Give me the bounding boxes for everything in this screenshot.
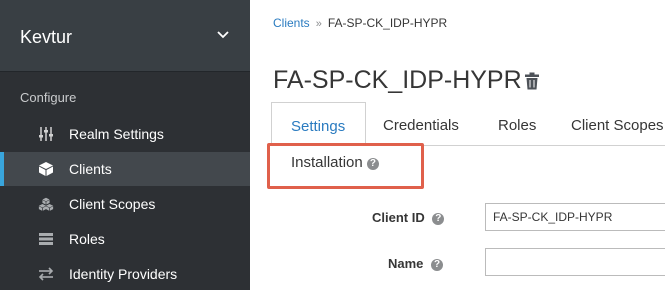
- sidebar-item-roles[interactable]: Roles: [0, 222, 250, 256]
- sidebar-item-label: Roles: [69, 231, 105, 247]
- cubes-icon: [38, 196, 54, 212]
- breadcrumb-clients-link[interactable]: Clients: [273, 16, 310, 30]
- tab-client-scopes[interactable]: Client Scopes: [571, 117, 664, 134]
- name-label-text: Name: [388, 256, 424, 271]
- sliders-icon: [38, 126, 54, 142]
- name-field[interactable]: [485, 248, 665, 276]
- sidebar-item-clients[interactable]: Clients: [0, 152, 250, 186]
- breadcrumb-current: FA-SP-CK_IDP-HYPR: [327, 16, 448, 30]
- breadcrumb-separator: »: [315, 18, 322, 30]
- page-title: FA-SP-CK_IDP-HYPR: [273, 66, 522, 94]
- tab-credentials[interactable]: Credentials: [383, 117, 459, 134]
- sidebar-item-label: Clients: [69, 161, 112, 177]
- exchange-icon: [38, 266, 54, 282]
- realm-selector[interactable]: Kevtur: [0, 0, 250, 72]
- list-icon: [38, 231, 54, 247]
- tab-settings[interactable]: Settings: [271, 102, 366, 146]
- client-id-label: Client ID ?: [372, 210, 445, 225]
- cube-icon: [38, 161, 54, 177]
- sidebar-item-label: Realm Settings: [69, 126, 164, 142]
- chevron-down-icon: [217, 31, 229, 39]
- name-label: Name ?: [388, 256, 444, 271]
- sidebar-item-realm-settings[interactable]: Realm Settings: [0, 117, 250, 151]
- trash-icon[interactable]: [524, 72, 540, 90]
- client-id-field[interactable]: [485, 203, 665, 231]
- help-icon: ?: [431, 259, 444, 271]
- installation-highlight-box: [267, 143, 424, 189]
- tab-label: Settings: [291, 118, 346, 135]
- breadcrumb: Clients » FA-SP-CK_IDP-HYPR: [273, 16, 447, 30]
- sidebar-item-label: Identity Providers: [69, 266, 178, 282]
- sidebar-item-client-scopes[interactable]: Client Scopes: [0, 187, 250, 221]
- sidebar-item-label: Client Scopes: [69, 196, 156, 212]
- sidebar-item-identity-providers[interactable]: Identity Providers: [0, 257, 250, 291]
- realm-name: Kevtur: [20, 27, 73, 47]
- section-label-configure: Configure: [20, 90, 77, 105]
- tab-roles[interactable]: Roles: [498, 117, 536, 134]
- sidebar: Kevtur Configure Realm Settings Clients …: [0, 0, 250, 290]
- client-id-label-text: Client ID: [372, 210, 425, 225]
- help-icon: ?: [432, 213, 445, 225]
